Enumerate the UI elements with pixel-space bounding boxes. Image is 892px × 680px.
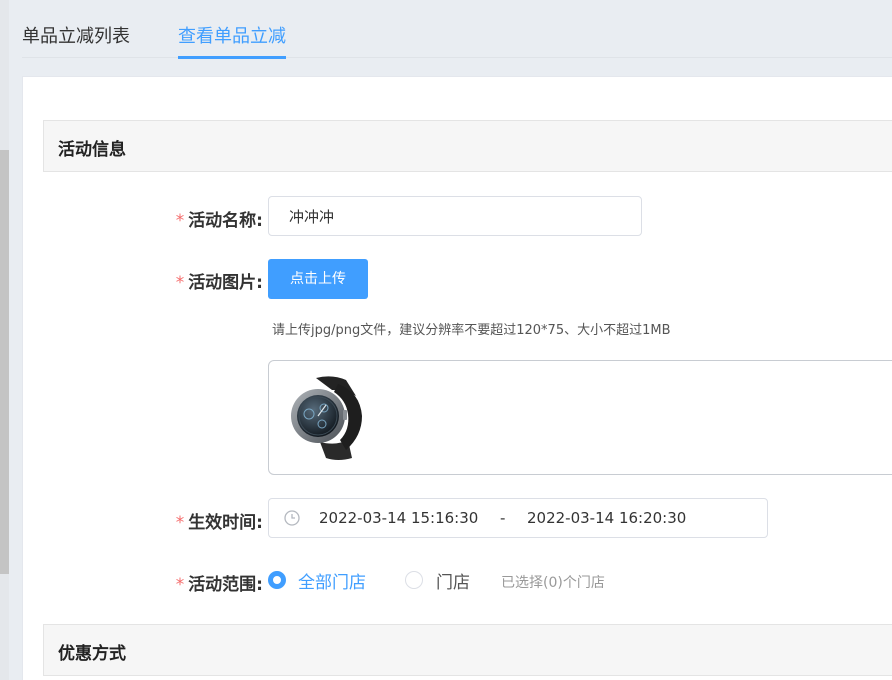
smartwatch-image: [291, 376, 362, 460]
selected-stores-text: 已选择(0)个门店: [501, 575, 605, 591]
radio-stores-label[interactable]: 门店: [436, 568, 470, 593]
activity-name-input[interactable]: 冲冲冲: [268, 196, 642, 236]
required-mark: *: [175, 575, 185, 595]
required-mark: *: [175, 273, 185, 293]
end-time-value: 2022-03-14 16:20:30: [527, 509, 687, 527]
radio-all-stores[interactable]: [268, 571, 286, 589]
radio-all-stores-label[interactable]: 全部门店: [298, 568, 366, 593]
activity-scope-label: * 活动范围:: [175, 575, 263, 595]
image-preview-box: [268, 360, 892, 475]
tab-list[interactable]: 单品立减列表: [22, 0, 130, 58]
start-time-value: 2022-03-14 15:16:30: [319, 509, 479, 527]
radio-stores[interactable]: [405, 571, 423, 589]
content-panel: 活动信息 * 活动名称: 冲冲冲 * 活动图片: 点击上传 请上传jpg/png文件…: [22, 76, 892, 680]
date-range-picker[interactable]: 2022-03-14 15:16:30 - 2022-03-14 16:20:3…: [268, 498, 768, 538]
section-activity-info: 活动信息: [43, 120, 892, 172]
activity-name-label: * 活动名称:: [175, 211, 263, 231]
range-separator: -: [500, 509, 506, 527]
tab-bar: 单品立减列表 查看单品立减: [22, 0, 892, 59]
upload-hint: 请上传jpg/png文件，建议分辨率不要超过120*75、大小不超过1MB: [272, 323, 671, 338]
clock-icon: [284, 510, 300, 526]
activity-name-value: 冲冲冲: [289, 208, 335, 226]
required-mark: *: [175, 211, 185, 231]
activity-image-label: * 活动图片:: [175, 273, 263, 293]
section-discount-method: 优惠方式: [43, 624, 892, 676]
required-mark: *: [175, 513, 185, 533]
tab-view[interactable]: 查看单品立减: [178, 0, 286, 59]
effective-time-label: * 生效时间:: [175, 513, 263, 533]
left-scrollbar[interactable]: [0, 150, 9, 574]
upload-button[interactable]: 点击上传: [268, 259, 368, 299]
